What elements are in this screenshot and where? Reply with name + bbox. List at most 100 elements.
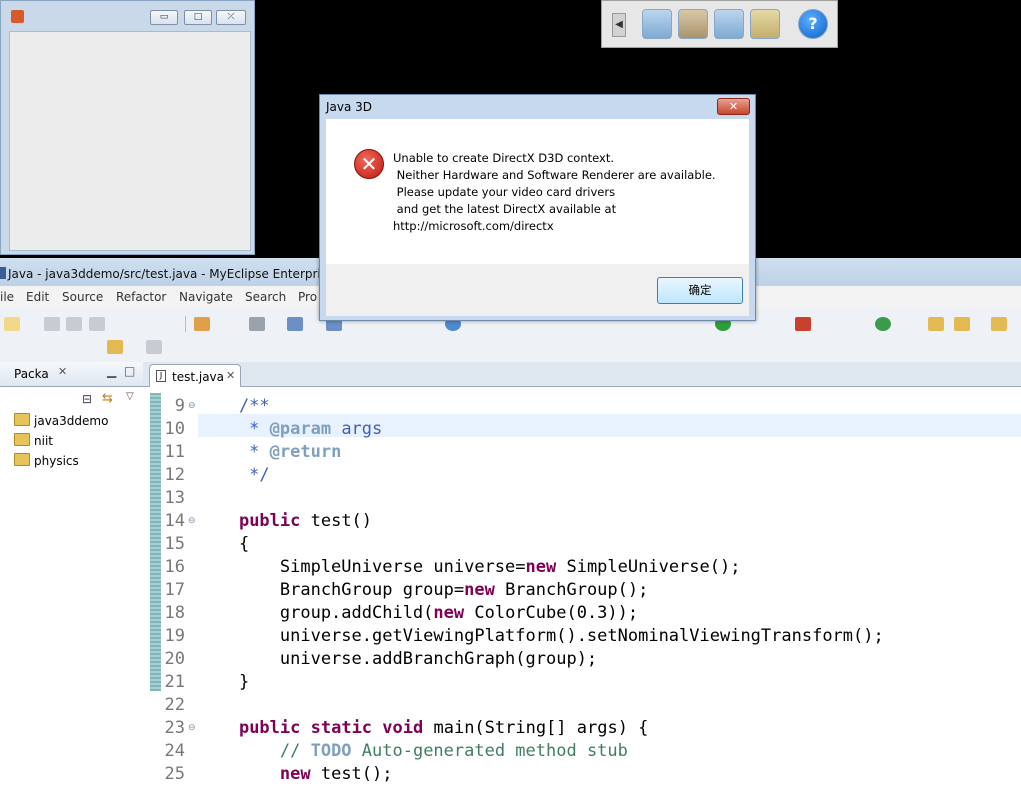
code-line[interactable]: public test() bbox=[198, 511, 372, 531]
line-number: 22 bbox=[164, 695, 185, 715]
maximize-button[interactable]: □ bbox=[184, 10, 212, 25]
java-frame-canvas bbox=[9, 31, 251, 251]
save-icon[interactable] bbox=[44, 317, 60, 331]
package-explorer: Packa ✕ ▁ □ ⊟ ⇆ ▽ java3ddemo niit physic… bbox=[0, 362, 144, 790]
code-line[interactable]: new test(); bbox=[198, 764, 393, 784]
line-number: 10 bbox=[164, 419, 185, 439]
line-number: 16 bbox=[164, 557, 185, 577]
list-item[interactable]: java3ddemo bbox=[14, 413, 108, 428]
line-number: 15 bbox=[164, 534, 185, 554]
line-number: 21 bbox=[164, 672, 185, 692]
ok-button[interactable]: 确定 bbox=[657, 277, 743, 304]
line-number: 12 bbox=[164, 465, 185, 485]
code-line[interactable]: // TODO Auto-generated method stub bbox=[198, 741, 628, 761]
code-line[interactable]: } bbox=[198, 672, 249, 692]
code-line[interactable]: universe.getViewingPlatform().setNominal… bbox=[198, 626, 884, 646]
close-icon[interactable]: ✕ bbox=[58, 365, 67, 378]
floating-toolbar: ◀ ? bbox=[601, 0, 838, 48]
package-explorer-label: Packa bbox=[14, 367, 49, 381]
code-line[interactable]: * @return bbox=[198, 442, 341, 462]
dialog-message-line: http://microsoft.com/directx bbox=[393, 219, 554, 233]
code-line[interactable]: public static void main(String[] args) { bbox=[198, 718, 648, 738]
fold-toggle-icon[interactable]: ⊖ bbox=[188, 516, 196, 526]
java-cup-icon bbox=[11, 10, 24, 23]
users-icon[interactable] bbox=[714, 9, 744, 39]
collapse-all-icon[interactable]: ⊟ bbox=[82, 392, 92, 406]
dialog-footer: 确定 bbox=[326, 264, 749, 316]
server-icon[interactable] bbox=[249, 317, 265, 331]
package-explorer-tab[interactable]: Packa ✕ ▁ □ bbox=[0, 362, 143, 387]
line-number: 13 bbox=[164, 488, 185, 508]
line-number: 18 bbox=[164, 603, 185, 623]
forward-icon[interactable] bbox=[146, 340, 162, 354]
java-frame-title-bar: ▭ □ ⤫ bbox=[1, 1, 254, 31]
menu-refactor[interactable]: Refactor bbox=[116, 290, 166, 304]
maximize-view-icon[interactable]: □ bbox=[124, 364, 135, 378]
deploy-icon[interactable] bbox=[287, 317, 303, 331]
dialog-message-line: Neither Hardware and Software Renderer a… bbox=[393, 168, 716, 182]
code-line[interactable]: BranchGroup group=new BranchGroup(); bbox=[198, 580, 648, 600]
dialog-title: Java 3D bbox=[326, 100, 373, 114]
debug-config-icon[interactable] bbox=[194, 317, 210, 331]
eclipse-window: Java - java3ddemo/src/test.java - MyEcli… bbox=[0, 258, 1021, 790]
line-number: 25 bbox=[164, 764, 185, 784]
code-editor: J test.java ✕ 9 ⊖ /** 10 * @param args 11 *… bbox=[143, 362, 1021, 790]
new-class-icon[interactable] bbox=[875, 317, 891, 331]
error-dialog: Java 3D ✕ ✕ Unable to create DirectX D3D… bbox=[319, 94, 756, 321]
code-line[interactable]: * @param args bbox=[198, 419, 382, 439]
code-line[interactable]: */ bbox=[198, 465, 269, 485]
new-icon[interactable] bbox=[4, 317, 20, 331]
project-folder-icon bbox=[14, 453, 30, 466]
back-icon[interactable] bbox=[107, 340, 123, 354]
editor-tab-bar: J test.java ✕ bbox=[143, 362, 1021, 387]
fold-toggle-icon[interactable]: ⊖ bbox=[188, 401, 196, 411]
close-icon[interactable]: ✕ bbox=[226, 369, 235, 382]
open-folder-icon[interactable] bbox=[991, 317, 1007, 331]
window-title: Java - java3ddemo/src/test.java - MyEcli… bbox=[8, 267, 328, 281]
user-check-icon[interactable] bbox=[642, 9, 672, 39]
minimize-button[interactable]: ▭ bbox=[150, 10, 178, 25]
collapse-arrow-button[interactable]: ◀ bbox=[612, 13, 626, 37]
menu-edit[interactable]: Edit bbox=[26, 290, 49, 304]
dialog-message-line: and get the latest DirectX available at bbox=[393, 202, 617, 216]
code-line[interactable]: /** bbox=[198, 396, 270, 416]
line-number: 17 bbox=[164, 580, 185, 600]
menu-source[interactable]: Source bbox=[62, 290, 103, 304]
code-line[interactable]: { bbox=[198, 534, 249, 554]
dialog-message-line: Please update your video card drivers bbox=[393, 185, 616, 199]
print-icon[interactable] bbox=[89, 317, 105, 331]
line-number: 9 bbox=[174, 396, 185, 416]
menu-navigate[interactable]: Navigate bbox=[179, 290, 233, 304]
tab-test-java[interactable]: J test.java ✕ bbox=[149, 364, 241, 387]
code-line[interactable]: group.addChild(new ColorCube(0.3)); bbox=[198, 603, 638, 623]
open-type-icon[interactable] bbox=[928, 317, 944, 331]
dialog-message-line: Unable to create DirectX D3D context. bbox=[393, 151, 614, 165]
menu-search[interactable]: Search bbox=[245, 290, 286, 304]
project-folder-icon bbox=[14, 433, 30, 446]
list-item[interactable]: physics bbox=[14, 453, 79, 468]
dialog-close-button[interactable]: ✕ bbox=[717, 98, 750, 115]
save-all-icon[interactable] bbox=[66, 317, 82, 331]
list-item[interactable]: niit bbox=[14, 433, 53, 448]
line-number: 14 bbox=[164, 511, 185, 531]
view-menu-icon[interactable]: ▽ bbox=[126, 391, 134, 402]
line-number: 20 bbox=[164, 649, 185, 669]
hand-icon[interactable] bbox=[678, 9, 708, 39]
eclipse-app-icon bbox=[0, 267, 6, 279]
java-frame-window: ▭ □ ⤫ bbox=[0, 0, 255, 255]
code-line[interactable]: SimpleUniverse universe=new SimpleUniver… bbox=[198, 557, 741, 577]
code-line[interactable]: universe.addBranchGraph(group); bbox=[198, 649, 597, 669]
search-icon[interactable] bbox=[954, 317, 970, 331]
fold-toggle-icon[interactable]: ⊖ bbox=[188, 723, 196, 733]
line-number: 19 bbox=[164, 626, 185, 646]
export-icon[interactable] bbox=[750, 9, 780, 39]
line-number: 23 bbox=[164, 718, 185, 738]
link-editor-icon[interactable]: ⇆ bbox=[102, 391, 113, 406]
menu-file[interactable]: ile bbox=[0, 290, 14, 304]
line-number: 24 bbox=[164, 741, 185, 761]
close-button[interactable]: ⤫ bbox=[216, 10, 246, 25]
menu-project[interactable]: Pro bbox=[298, 290, 317, 304]
external-tools-icon[interactable] bbox=[795, 317, 811, 331]
minimize-view-icon[interactable]: ▁ bbox=[107, 364, 116, 378]
help-icon[interactable]: ? bbox=[798, 9, 828, 39]
